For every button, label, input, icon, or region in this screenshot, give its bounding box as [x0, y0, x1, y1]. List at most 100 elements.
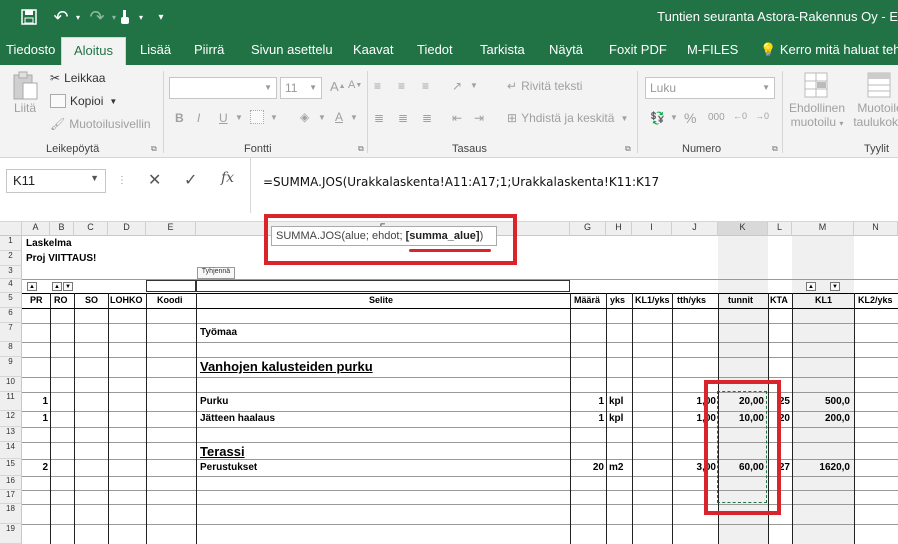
- orientation-dropdown-icon[interactable]: ▼: [470, 81, 478, 90]
- tab-sivun-asettelu[interactable]: Sivun asettelu: [251, 42, 333, 57]
- tab-tiedosto[interactable]: Tiedosto: [6, 42, 55, 57]
- number-format-combo[interactable]: Luku ▼: [645, 77, 775, 99]
- decrease-decimal-icon[interactable]: →0: [755, 111, 769, 121]
- font-color-dropdown-icon[interactable]: ▼: [350, 113, 358, 122]
- header-lohko[interactable]: LOHKO: [110, 295, 143, 305]
- thousands-button[interactable]: 000: [708, 112, 725, 123]
- percent-button[interactable]: %: [684, 110, 696, 126]
- header-so[interactable]: SO: [85, 295, 98, 305]
- merge-dropdown-icon[interactable]: ▼: [620, 114, 628, 123]
- header-kl2-yks[interactable]: KL2/yks: [858, 295, 893, 305]
- tab-lisaa[interactable]: Lisää: [140, 42, 171, 57]
- underline-button[interactable]: U: [219, 111, 228, 125]
- row-header-8[interactable]: 8: [0, 342, 22, 357]
- cell-f15[interactable]: Perustukset: [200, 462, 257, 473]
- row-header-16[interactable]: 16: [0, 476, 22, 490]
- undo-dropdown-icon[interactable]: ▾: [72, 7, 84, 27]
- cell-h12[interactable]: kpl: [609, 413, 623, 424]
- row-header-15[interactable]: 15: [0, 459, 22, 476]
- column-header-b[interactable]: B: [50, 222, 74, 236]
- cell-g11[interactable]: 1: [570, 396, 604, 407]
- tab-aloitus[interactable]: Aloitus: [61, 37, 127, 65]
- expand-up-icon[interactable]: ▲: [806, 282, 816, 291]
- header-kta[interactable]: KTA: [770, 295, 788, 305]
- font-color-icon[interactable]: A: [335, 110, 343, 124]
- header-pr[interactable]: PR: [30, 295, 43, 305]
- row-header-12[interactable]: 12: [0, 411, 22, 427]
- column-header-i[interactable]: I: [632, 222, 672, 236]
- tab-tarkista[interactable]: Tarkista: [480, 42, 525, 57]
- touch-mode-icon[interactable]: [118, 7, 132, 27]
- name-box[interactable]: K11 ▼: [6, 169, 106, 193]
- filter-box[interactable]: [146, 280, 196, 292]
- cell-f11[interactable]: Purku: [200, 396, 228, 407]
- tab-kaavat[interactable]: Kaavat: [353, 42, 393, 57]
- tab-nayta[interactable]: Näytä: [549, 42, 583, 57]
- save-icon[interactable]: [18, 7, 40, 27]
- conditional-formatting-button[interactable]: Ehdollinen muotoilu ▾: [788, 71, 846, 139]
- cut-button[interactable]: ✂ Leikkaa: [50, 71, 105, 85]
- formula-input[interactable]: =SUMMA.JOS(Urakkalaskenta!A11:A17;1;Urak…: [250, 158, 898, 213]
- decrease-indent-icon[interactable]: ⇤: [452, 111, 462, 125]
- row-header-18[interactable]: 18: [0, 504, 22, 524]
- column-header-l[interactable]: L: [768, 222, 792, 236]
- section-terassi[interactable]: Terassi: [200, 444, 245, 459]
- format-painter-button[interactable]: 🖌 Muotoilusivellin: [50, 117, 151, 131]
- expand-up-icon[interactable]: ▲: [27, 282, 37, 291]
- fill-dropdown-icon[interactable]: ▼: [318, 113, 326, 122]
- header-yks[interactable]: yks: [610, 295, 625, 305]
- column-header-e[interactable]: E: [146, 222, 196, 236]
- alignment-launcher-icon[interactable]: ⧉: [625, 144, 631, 154]
- enter-formula-icon[interactable]: ✓: [184, 170, 197, 190]
- align-center-icon[interactable]: ≣: [398, 111, 408, 125]
- font-size-combo[interactable]: 11 ▼: [280, 77, 322, 99]
- redo-icon[interactable]: ↷: [86, 7, 108, 27]
- insert-function-icon[interactable]: fx: [221, 170, 234, 186]
- column-header-c[interactable]: C: [74, 222, 108, 236]
- filter-box[interactable]: [196, 280, 570, 292]
- align-bottom-icon[interactable]: ≡: [422, 79, 429, 93]
- increase-decimal-icon[interactable]: ←0: [733, 111, 747, 121]
- font-launcher-icon[interactable]: ⧉: [358, 144, 364, 154]
- expand-down-icon[interactable]: ▼: [63, 282, 73, 291]
- row-header-7[interactable]: 7: [0, 323, 22, 342]
- header-maara[interactable]: Määrä: [574, 295, 600, 305]
- cell-a2[interactable]: Proj VIITTAUS!: [26, 253, 96, 264]
- wrap-text-button[interactable]: ↵ Rivitä teksti: [507, 79, 582, 93]
- row-header-13[interactable]: 13: [0, 427, 22, 442]
- touch-dropdown-icon[interactable]: ▾: [135, 7, 147, 27]
- cell-h11[interactable]: kpl: [609, 396, 623, 407]
- accounting-icon[interactable]: 💱: [650, 111, 665, 125]
- header-selite[interactable]: Selite: [369, 295, 393, 305]
- name-box-dropdown-icon[interactable]: ▼: [90, 173, 99, 183]
- undo-icon[interactable]: ↶: [50, 7, 72, 27]
- header-kl1-yks[interactable]: KL1/yks: [635, 295, 670, 305]
- cell-f12[interactable]: Jätteen haalaus: [200, 413, 275, 424]
- select-all-corner[interactable]: [0, 222, 22, 236]
- cell-m12[interactable]: 200,0: [792, 413, 850, 424]
- column-header-m[interactable]: M: [792, 222, 854, 236]
- orientation-icon[interactable]: ↗: [452, 79, 462, 93]
- cell-a12[interactable]: 1: [22, 413, 48, 424]
- cell-g12[interactable]: 1: [570, 413, 604, 424]
- tab-foxit-pdf[interactable]: Foxit PDF: [609, 42, 667, 57]
- merge-center-button[interactable]: ⊞ Yhdistä ja keskitä ▼: [507, 111, 628, 125]
- row-header-6[interactable]: 6: [0, 308, 22, 323]
- tab-tiedot[interactable]: Tiedot: [417, 42, 453, 57]
- column-header-a[interactable]: A: [22, 222, 50, 236]
- header-koodi[interactable]: Koodi: [157, 295, 183, 305]
- row-header-1[interactable]: 1: [0, 236, 22, 251]
- borders-icon[interactable]: [250, 110, 268, 124]
- row-header-9[interactable]: 9: [0, 357, 22, 377]
- column-header-j[interactable]: J: [672, 222, 718, 236]
- row-header-17[interactable]: 17: [0, 490, 22, 504]
- align-top-icon[interactable]: ≡: [374, 79, 381, 93]
- row-header-2[interactable]: 2: [0, 251, 22, 266]
- column-header-k[interactable]: K: [718, 222, 768, 236]
- tab-m-files[interactable]: M-FILES: [687, 42, 738, 57]
- accounting-dropdown-icon[interactable]: ▼: [670, 113, 678, 122]
- header-tth-yks[interactable]: tth/yks: [677, 295, 706, 305]
- cell-h15[interactable]: m2: [609, 462, 623, 473]
- underline-dropdown-icon[interactable]: ▼: [235, 113, 243, 122]
- section-vanhojen-kalusteiden-purku[interactable]: Vanhojen kalusteiden purku: [200, 359, 373, 374]
